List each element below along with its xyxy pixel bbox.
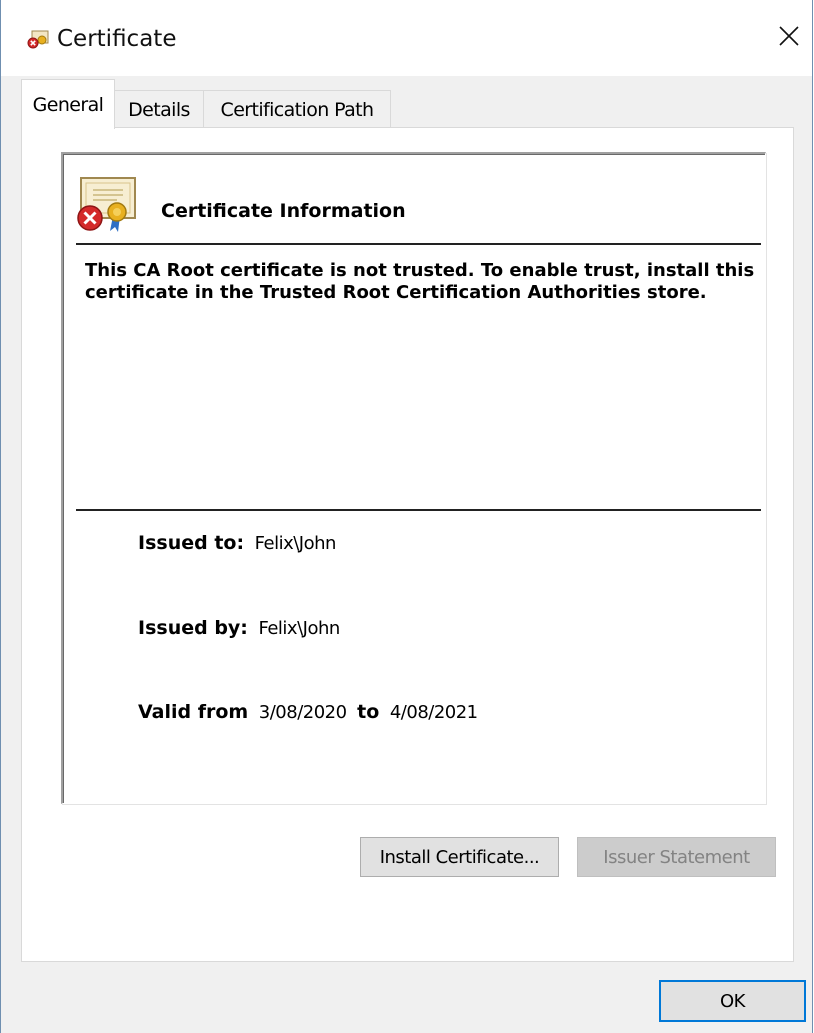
issued-to-row: Issued to: Felix\John	[138, 532, 336, 555]
install-certificate-button[interactable]: Install Certificate...	[360, 837, 559, 877]
validity-row: Valid from 3/08/2020 to 4/08/2021	[138, 701, 478, 724]
valid-to-value: 4/08/2021	[389, 702, 478, 723]
issued-by-label: Issued by:	[138, 617, 248, 639]
issued-by-value: Felix\John	[258, 618, 340, 639]
tab-details[interactable]: Details	[114, 90, 204, 128]
tab-general[interactable]: General	[21, 79, 115, 129]
issued-to-label: Issued to:	[138, 532, 245, 554]
issued-by-row: Issued by: Felix\John	[138, 617, 340, 640]
valid-from-value: 3/08/2020	[258, 702, 347, 723]
divider	[76, 243, 761, 245]
valid-from-label: Valid from	[138, 701, 249, 723]
title-bar[interactable]: Certificate	[1, 0, 812, 76]
divider	[76, 509, 761, 511]
certificate-info-panel: Certificate Information This CA Root cer…	[61, 152, 766, 804]
issued-to-value: Felix\John	[254, 533, 337, 554]
valid-to-label: to	[357, 701, 380, 723]
certificate-error-icon	[73, 176, 139, 234]
general-tab-page: Certificate Information This CA Root cer…	[21, 127, 794, 962]
ok-button[interactable]: OK	[659, 980, 806, 1022]
close-button[interactable]	[770, 16, 808, 56]
certificate-dialog: Certificate General Details Certificatio…	[0, 0, 813, 1033]
tab-strip: General Details Certification Path	[21, 76, 802, 129]
trust-warning-message: This CA Root certificate is not trusted.…	[85, 260, 755, 303]
close-icon	[779, 26, 799, 46]
window-title: Certificate	[57, 26, 177, 52]
tab-certification-path[interactable]: Certification Path	[203, 90, 391, 128]
certificate-info-heading: Certificate Information	[161, 200, 406, 222]
certificate-error-icon	[27, 30, 49, 50]
issuer-statement-button: Issuer Statement	[577, 837, 776, 877]
